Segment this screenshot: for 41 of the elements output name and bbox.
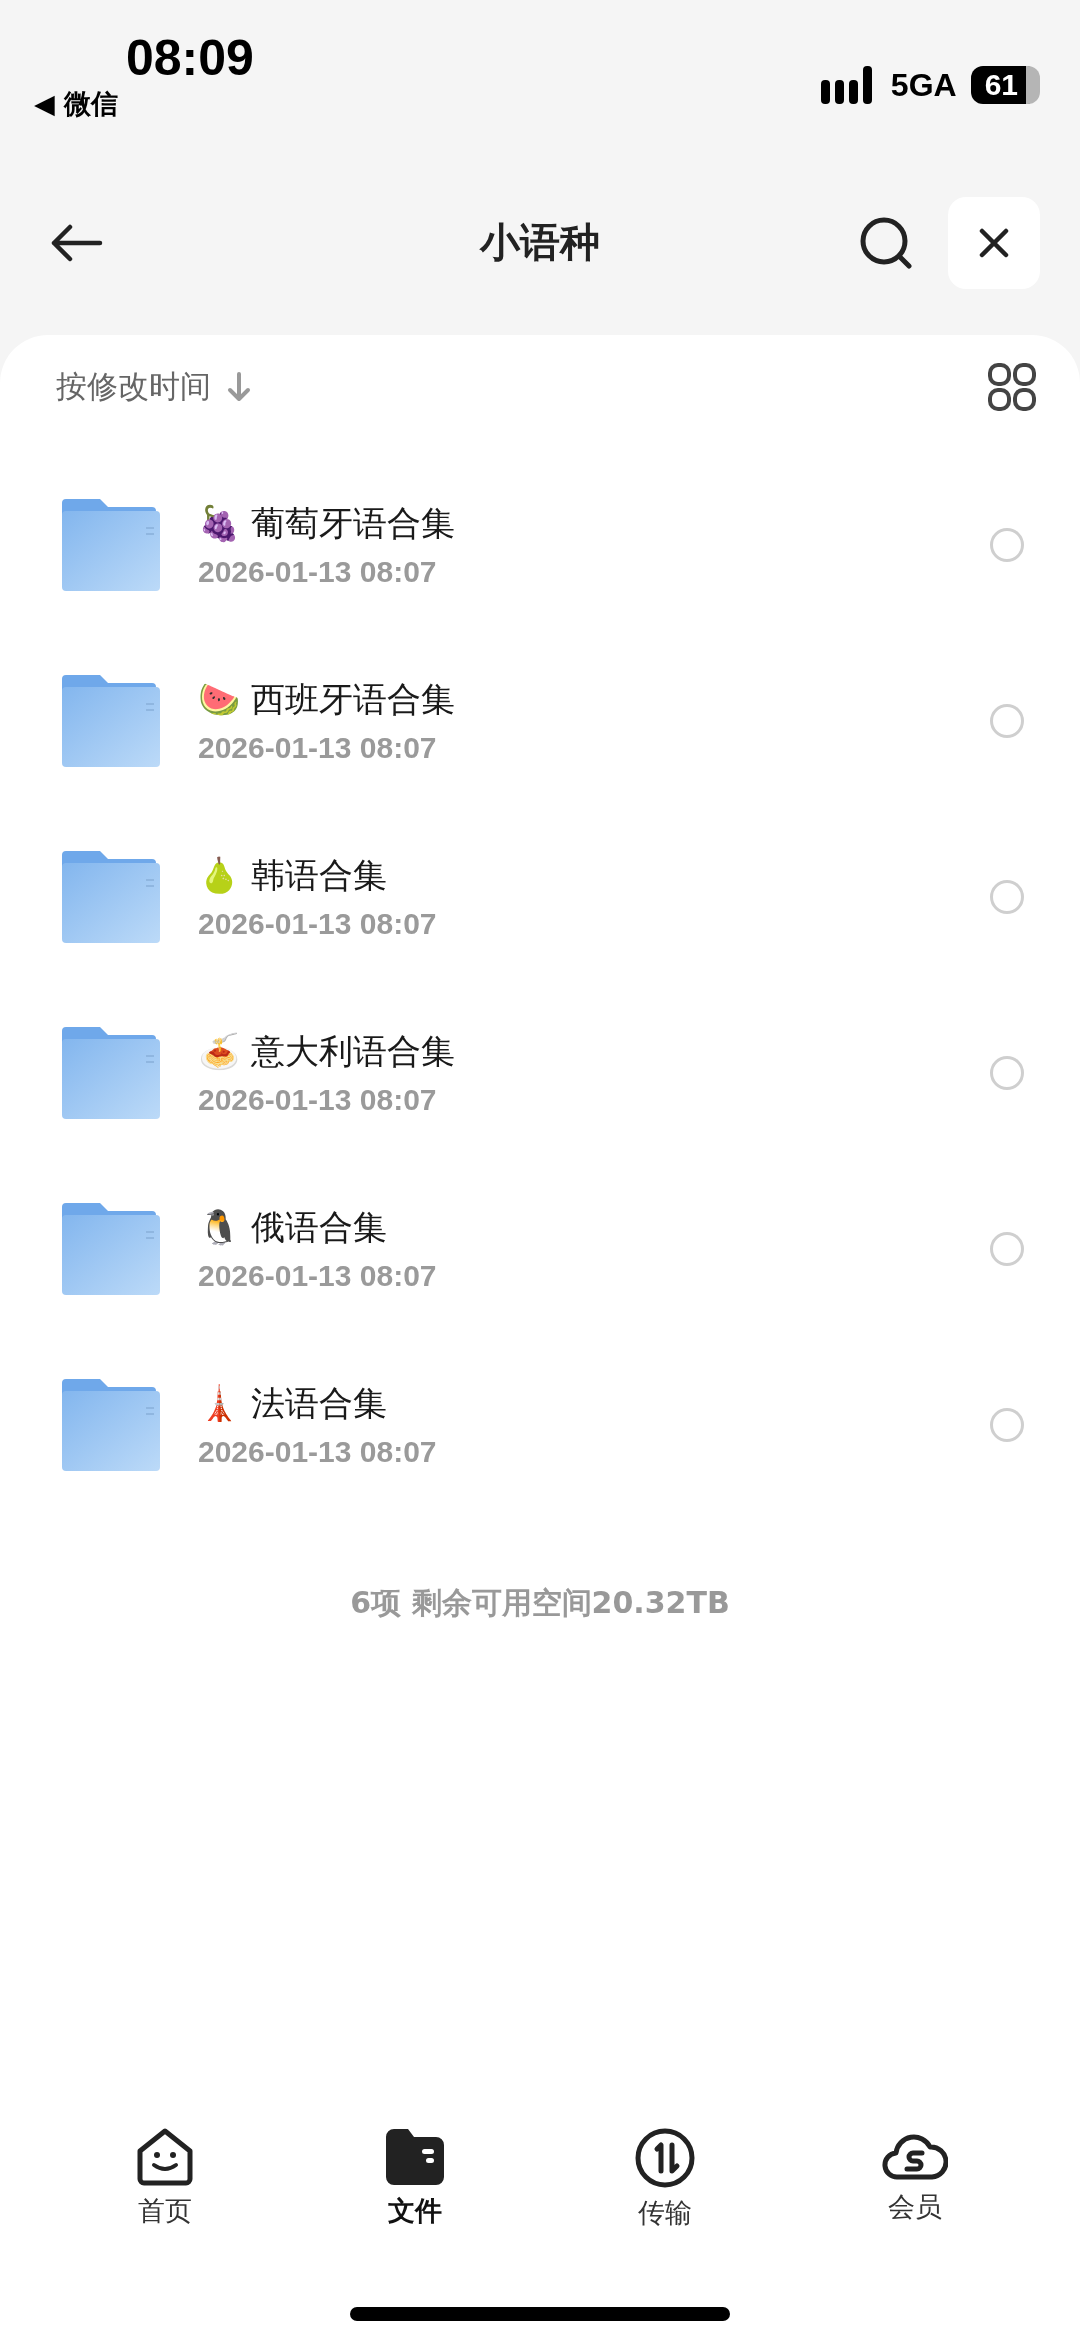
page-title: 小语种 [480, 218, 600, 267]
nav-tab[interactable]: 文件 [350, 2127, 480, 2277]
network-label: 5GA [890, 66, 957, 104]
folder-name[interactable]: 🐧 俄语合集 [198, 1205, 990, 1251]
close-icon [979, 227, 1009, 258]
modified-date: 2026-01-13 08:07 [198, 1435, 438, 1469]
folder-icon [60, 1379, 160, 1471]
modified-date: 2026-01-13 08:07 [198, 1259, 438, 1293]
select-radio[interactable] [990, 528, 1024, 562]
transfer-icon [634, 2127, 696, 2189]
select-radio[interactable] [990, 704, 1024, 738]
folder-icon [384, 2127, 446, 2187]
folder-icon [60, 499, 160, 591]
sort-button[interactable]: 按修改时间 [56, 366, 251, 408]
folder-name[interactable]: 🗼 法语合集 [198, 1381, 990, 1427]
nav-tab[interactable]: 传输 [600, 2127, 730, 2277]
folder-icon [60, 1027, 160, 1119]
folder-name[interactable]: 🍐 韩语合集 [198, 853, 990, 899]
nav-tab[interactable]: 首页 [100, 2127, 230, 2277]
folder-name[interactable]: 🍇 葡萄牙语合集 [198, 501, 990, 547]
folder-icon [60, 851, 160, 943]
close-button[interactable] [948, 196, 1040, 289]
folder-icon [60, 675, 160, 767]
status-time: 08:09 [126, 30, 254, 86]
select-radio[interactable] [990, 1408, 1024, 1442]
battery-level: 61 [970, 66, 1040, 104]
grid-icon [988, 363, 1036, 411]
modified-date: 2026-01-13 08:07 [198, 907, 438, 941]
nav-tab[interactable]: 会员 [850, 2127, 980, 2277]
modified-date: 2026-01-13 08:07 [198, 731, 438, 765]
modified-date: 2026-01-13 08:07 [198, 555, 438, 589]
folder-name[interactable]: 🍝 意大利语合集 [198, 1029, 990, 1075]
folder-name[interactable]: 🍉 西班牙语合集 [198, 677, 990, 723]
select-radio[interactable] [990, 1232, 1024, 1266]
folder-icon [60, 1203, 160, 1295]
down-arrow-icon [227, 372, 251, 402]
select-radio[interactable] [990, 880, 1024, 914]
back-to-app-link[interactable]: ◀ 微信 [34, 86, 119, 122]
storage-summary: 6项 剩余可用空间20.32TB [350, 1584, 730, 1622]
modified-date: 2026-01-13 08:07 [198, 1083, 438, 1117]
select-radio[interactable] [990, 1056, 1024, 1090]
